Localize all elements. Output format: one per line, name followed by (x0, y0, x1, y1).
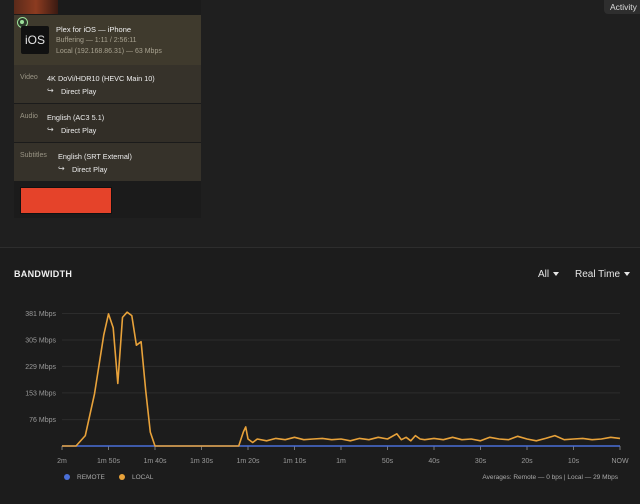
audio-section: Audio English (AC3 5.1) ↪ Direct Play (14, 104, 201, 142)
x-tick-label: 1m 10s (283, 458, 306, 465)
subtitles-mode: Direct Play (72, 165, 108, 174)
subtitles-return-icon: ↪ (58, 164, 65, 173)
x-tick-label: 1m 50s (97, 458, 120, 465)
x-tick-label: 10s (568, 458, 580, 465)
legend-remote[interactable]: REMOTE (64, 474, 105, 481)
x-tick-label: 1m 20s (237, 458, 260, 465)
y-tick-label: 153 Mbps (25, 390, 56, 397)
video-return-icon: ↪ (47, 86, 54, 95)
chevron-down-icon (624, 272, 631, 277)
video-label: Video (20, 74, 38, 81)
chevron-down-icon (553, 272, 560, 277)
player-network: Local (192.168.86.31) — 63 Mbps (56, 48, 162, 55)
local-dot-icon (119, 474, 125, 481)
series-line-local (62, 311, 621, 447)
video-mode: Direct Play (61, 87, 97, 96)
y-tick-label: 381 Mbps (25, 311, 56, 318)
subtitles-label: Subtitles (20, 152, 47, 159)
video-section: Video 4K DoVi/HDR10 (HEVC Main 10) ↪ Dir… (14, 65, 201, 103)
x-tick-label: 40s (428, 458, 440, 465)
x-tick-label: 2m (57, 458, 67, 465)
y-tick-label: 76 Mbps (29, 417, 56, 424)
audio-mode: Direct Play (61, 126, 97, 135)
x-tick-label: 20s (521, 458, 533, 465)
x-tick-label: 1m (336, 458, 346, 465)
range-value: Real Time (575, 269, 621, 280)
video-value: 4K DoVi/HDR10 (HEVC Main 10) (47, 74, 155, 83)
activity-area: iOS Plex for iOS — iPhone Buffering — 1:… (0, 0, 640, 247)
audio-return-icon: ↪ (47, 125, 54, 134)
player-header: iOS Plex for iOS — iPhone Buffering — 1:… (14, 15, 201, 65)
session-card[interactable]: iOS Plex for iOS — iPhone Buffering — 1:… (14, 0, 201, 218)
player-title: Plex for iOS — iPhone (56, 25, 132, 34)
x-tick-label: 1m 30s (190, 458, 213, 465)
filter-value: All (538, 269, 550, 280)
activity-tab[interactable]: Activity (604, 0, 640, 14)
bandwidth-panel: BANDWIDTH All Real Time 381 Mbps 305 Mbps… (0, 248, 640, 504)
x-tick-label: NOW (611, 458, 629, 465)
ios-badge: iOS (21, 26, 49, 54)
range-dropdown[interactable]: Real Time (575, 269, 631, 280)
audio-label: Audio (20, 113, 38, 120)
subtitles-value: English (SRT External) (58, 152, 132, 161)
averages-text: Averages: Remote — 0 bps | Local — 29 Mb… (482, 474, 618, 481)
x-tick-label: 1m 40s (144, 458, 167, 465)
bandwidth-title: BANDWIDTH (14, 269, 73, 279)
bandwidth-chart: 381 Mbps 305 Mbps 229 Mbps 153 Mbps 76 Mbps 2… (25, 311, 629, 465)
subtitles-section: Subtitles English (SRT External) ↪ Direc… (14, 143, 201, 181)
audio-value: English (AC3 5.1) (47, 113, 105, 122)
poster-thumbnail (14, 0, 58, 14)
x-tick-label: 30s (475, 458, 487, 465)
legend-local[interactable]: LOCAL (119, 474, 153, 481)
remote-dot-icon (64, 474, 70, 481)
stop-button[interactable] (20, 187, 112, 214)
y-tick-label: 305 Mbps (25, 337, 56, 344)
y-tick-label: 229 Mbps (25, 364, 56, 371)
player-status: Buffering — 1:11 / 2:56:11 (56, 37, 137, 44)
filter-dropdown[interactable]: All (538, 269, 560, 280)
x-tick-label: 50s (382, 458, 394, 465)
